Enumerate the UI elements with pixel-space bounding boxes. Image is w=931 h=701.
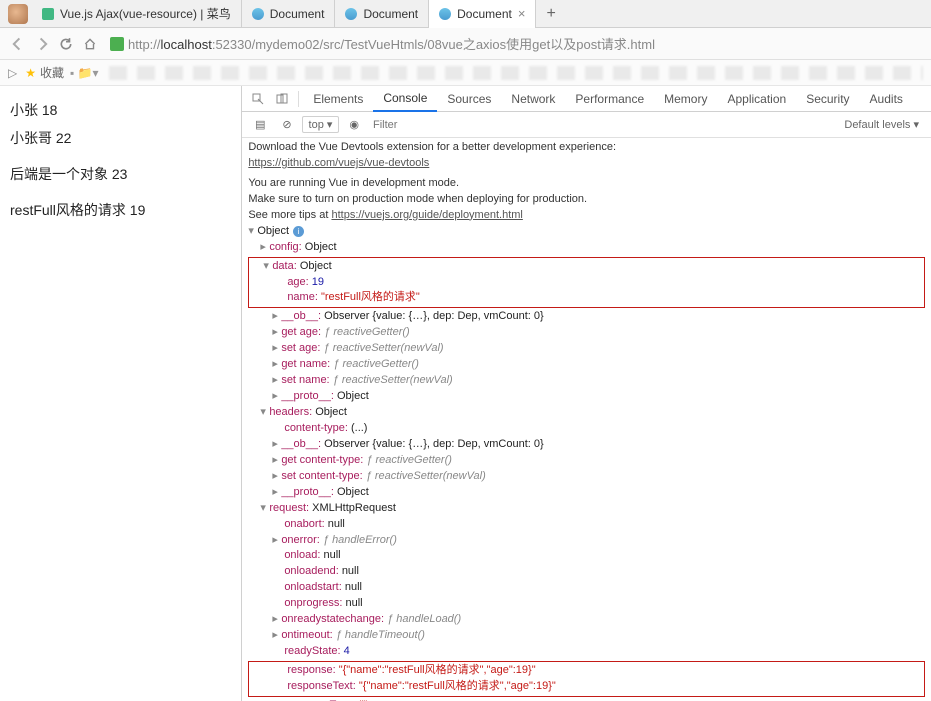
browser-tab-bar: Vue.js Ajax(vue-resource) | 菜鸟 Document …	[0, 0, 931, 28]
console-prop: age: 19	[251, 275, 922, 291]
reload-button[interactable]	[54, 32, 78, 56]
console-prop: onload: null	[248, 548, 925, 564]
page-line-3: 后端是一个对象 23	[10, 164, 231, 184]
console-prop[interactable]: __ob__: Observer {value: {…}, dep: Dep, …	[248, 309, 925, 325]
close-tab-icon[interactable]: ×	[518, 6, 526, 21]
tab-label: Document	[363, 7, 418, 21]
console-prop[interactable]: request: XMLHttpRequest	[248, 501, 925, 517]
console-prop[interactable]: get age: ƒ reactiveGetter()	[248, 325, 925, 341]
browser-tab-0[interactable]: Vue.js Ajax(vue-resource) | 菜鸟	[32, 0, 242, 28]
clear-console-icon[interactable]: ⊘	[282, 118, 291, 131]
tab-label: Document	[270, 7, 325, 21]
console-prop: readyState: 4	[248, 644, 925, 660]
console-prop: content-type: (...)	[248, 421, 925, 437]
console-prop[interactable]: onreadystatechange: ƒ handleLoad()	[248, 612, 925, 628]
tab-security[interactable]: Security	[796, 86, 859, 112]
globe-icon	[252, 8, 264, 20]
console-prop: responseText: "{"name":"restFull风格的请求","…	[251, 679, 922, 695]
tab-application[interactable]: Application	[717, 86, 796, 112]
shield-icon	[110, 37, 124, 51]
tab-console[interactable]: Console	[373, 86, 437, 112]
console-prop[interactable]: onerror: ƒ handleError()	[248, 533, 925, 549]
devtools-panel: Elements Console Sources Network Perform…	[241, 86, 931, 701]
console-prop: onprogress: null	[248, 596, 925, 612]
bullet-icon: ▷	[8, 66, 17, 80]
url-box[interactable]: http://localhost:52330/mydemo02/src/Test…	[110, 34, 925, 53]
console-prop[interactable]: __proto__: Object	[248, 389, 925, 405]
console-output[interactable]: Download the Vue Devtools extension for …	[242, 138, 931, 701]
console-prop[interactable]: config: Object	[248, 240, 925, 256]
profile-avatar-icon	[8, 4, 28, 24]
tab-label: Document	[457, 7, 512, 21]
address-bar: http://localhost:52330/mydemo02/src/Test…	[0, 28, 931, 60]
highlighted-response-box: response: "{"name":"restFull风格的请求","age"…	[248, 661, 925, 697]
console-prop: onloadstart: null	[248, 580, 925, 596]
console-line: https://github.com/vuejs/vue-devtools	[248, 156, 925, 172]
home-button[interactable]	[78, 32, 102, 56]
globe-icon	[345, 8, 357, 20]
url-text: http://localhost:52330/mydemo02/src/Test…	[128, 34, 655, 53]
context-selector[interactable]: top ▾	[302, 116, 340, 133]
star-icon: ★	[25, 66, 36, 80]
console-prop[interactable]: get name: ƒ reactiveGetter()	[248, 357, 925, 373]
tab-label: Vue.js Ajax(vue-resource) | 菜鸟	[60, 5, 231, 22]
page-line-2: 小张哥 22	[10, 128, 231, 148]
back-button[interactable]	[6, 32, 30, 56]
highlighted-data-box: data: Object age: 19 name: "restFull风格的请…	[248, 257, 925, 309]
console-prop: name: "restFull风格的请求"	[251, 290, 922, 306]
bookmark-folder-icon[interactable]: ▪ 📁▾	[70, 66, 99, 80]
console-prop: response: "{"name":"restFull风格的请求","age"…	[251, 663, 922, 679]
new-tab-button[interactable]: +	[536, 5, 565, 23]
bookmarks-bar: ▷ ★ 收藏 ▪ 📁▾	[0, 60, 931, 86]
console-prop[interactable]: ontimeout: ƒ handleTimeout()	[248, 628, 925, 644]
console-prop[interactable]: headers: Object	[248, 405, 925, 421]
browser-tab-3-active[interactable]: Document ×	[429, 0, 536, 28]
live-expression-icon[interactable]: ◉	[349, 118, 359, 131]
browser-tab-1[interactable]: Document	[242, 0, 336, 28]
blurred-bookmarks	[109, 66, 923, 80]
console-line: See more tips at https://vuejs.org/guide…	[248, 208, 925, 224]
inspect-icon[interactable]	[246, 93, 270, 105]
console-line: Download the Vue Devtools extension for …	[248, 140, 925, 156]
globe-icon	[439, 8, 451, 20]
console-line: You are running Vue in development mode.	[248, 176, 925, 192]
info-icon: i	[293, 226, 304, 237]
log-levels-selector[interactable]: Default levels ▾	[844, 118, 925, 131]
favorites-label[interactable]: 收藏	[40, 64, 64, 81]
object-root[interactable]: Objecti	[248, 224, 925, 240]
main-area: 小张 18 小张哥 22 后端是一个对象 23 restFull风格的请求 19…	[0, 86, 931, 701]
console-prop: onloadend: null	[248, 564, 925, 580]
vue-icon	[42, 8, 54, 20]
console-prop[interactable]: __ob__: Observer {value: {…}, dep: Dep, …	[248, 437, 925, 453]
console-prop[interactable]: set content-type: ƒ reactiveSetter(newVa…	[248, 469, 925, 485]
console-prop[interactable]: set age: ƒ reactiveSetter(newVal)	[248, 341, 925, 357]
console-line: Make sure to turn on production mode whe…	[248, 192, 925, 208]
console-prop: onabort: null	[248, 517, 925, 533]
forward-button[interactable]	[30, 32, 54, 56]
tab-sources[interactable]: Sources	[437, 86, 501, 112]
browser-tab-2[interactable]: Document	[335, 0, 429, 28]
console-prop[interactable]: get content-type: ƒ reactiveGetter()	[248, 453, 925, 469]
console-prop[interactable]: set name: ƒ reactiveSetter(newVal)	[248, 373, 925, 389]
page-content: 小张 18 小张哥 22 后端是一个对象 23 restFull风格的请求 19	[0, 86, 241, 701]
console-prop[interactable]: __proto__: Object	[248, 485, 925, 501]
tab-elements[interactable]: Elements	[303, 86, 373, 112]
console-prop[interactable]: data: Object	[251, 259, 922, 275]
page-line-1: 小张 18	[10, 100, 231, 120]
device-icon[interactable]	[270, 93, 294, 105]
console-filter-input[interactable]	[369, 117, 834, 133]
tab-performance[interactable]: Performance	[565, 86, 654, 112]
sidebar-toggle-icon[interactable]: ▤	[248, 118, 272, 131]
tab-audits[interactable]: Audits	[860, 86, 913, 112]
console-toolbar: ▤ ⊘ top ▾ ◉ Default levels ▾	[242, 112, 931, 138]
devtools-tabs: Elements Console Sources Network Perform…	[242, 86, 931, 112]
tab-network[interactable]: Network	[501, 86, 565, 112]
tab-memory[interactable]: Memory	[654, 86, 717, 112]
page-line-4: restFull风格的请求 19	[10, 200, 231, 220]
